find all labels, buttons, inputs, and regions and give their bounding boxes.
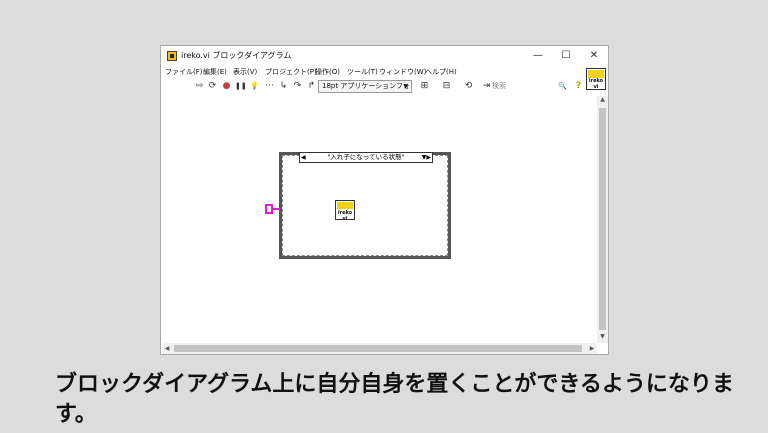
scroll-right-icon[interactable]: ▶ <box>587 343 597 354</box>
abort-icon[interactable]: ● <box>221 81 232 92</box>
retain-wire-values-icon[interactable]: ⋯ <box>264 81 275 92</box>
chevron-down-icon: ▼ <box>403 83 408 90</box>
case-selector-terminal[interactable] <box>265 204 273 214</box>
window-title: ireko.vi ブロックダイアグラム <box>181 51 292 60</box>
reorder-icon[interactable]: ⟲ <box>463 81 474 92</box>
search-icon[interactable]: 🔍 <box>557 81 568 92</box>
menu-edit[interactable]: 編集(E) <box>203 67 227 77</box>
help-icon[interactable]: ? <box>573 81 584 92</box>
vi-icon-label: ireko vi <box>588 78 604 90</box>
run-arrow-icon[interactable]: ⇨ <box>194 81 205 92</box>
align-objects-icon[interactable]: ⊞ <box>419 81 430 92</box>
subvi-ireko-node[interactable]: ireko vi <box>335 200 355 222</box>
block-diagram-window: ireko.vi ブロックダイアグラム — ☐ ✕ ファイル(F) 編集(E) … <box>160 45 609 355</box>
font-select[interactable]: 18pt アプリケーションフォント ▼ <box>318 80 412 93</box>
step-out-icon[interactable]: ↱ <box>306 81 317 92</box>
horizontal-scrollbar[interactable]: ◀ ▶ <box>162 343 597 354</box>
case-next-icon[interactable]: ▼▶ <box>422 153 431 162</box>
menu-project[interactable]: プロジェクト(P) <box>265 67 317 77</box>
menu-operate[interactable]: 操作(O) <box>315 67 340 77</box>
case-prev-icon[interactable]: ◀ <box>301 153 306 162</box>
vi-icon-graphic <box>588 70 604 78</box>
search-input[interactable]: 検索 <box>492 80 542 93</box>
minimize-button[interactable]: — <box>527 48 549 64</box>
menu-help[interactable]: ヘルプ(H) <box>425 67 457 77</box>
case-selector-label: "入れ子になっている状態" <box>327 153 405 161</box>
case-selector[interactable]: ◀ "入れ子になっている状態" ▼▶ <box>299 152 433 163</box>
horizontal-scroll-thumb[interactable] <box>174 345 582 352</box>
vi-icon[interactable]: ireko vi <box>586 68 606 90</box>
block-diagram-canvas[interactable]: ◀ "入れ子になっている状態" ▼▶ ireko vi <box>162 96 597 343</box>
pause-icon[interactable]: ❚❚ <box>235 81 247 92</box>
step-over-icon[interactable]: ↷ <box>292 81 303 92</box>
close-button[interactable]: ✕ <box>583 48 605 64</box>
vertical-scroll-thumb[interactable] <box>599 108 606 330</box>
cleanup-diagram-icon[interactable]: ⇥ <box>481 81 492 92</box>
title-bar: ireko.vi ブロックダイアグラム — ☐ ✕ <box>161 46 608 66</box>
labview-app-icon <box>167 51 177 61</box>
case-structure[interactable]: ◀ "入れ子になっている状態" ▼▶ <box>279 152 451 259</box>
scroll-up-icon[interactable]: ▲ <box>597 96 608 106</box>
font-select-value: 18pt アプリケーションフォント <box>322 82 411 90</box>
run-continuously-icon[interactable]: ⟳ <box>207 81 218 92</box>
distribute-objects-icon[interactable]: ⊟ <box>441 81 452 92</box>
highlight-execution-icon[interactable]: 💡 <box>249 81 260 92</box>
menu-view[interactable]: 表示(V) <box>233 67 257 77</box>
menu-bar: ファイル(F) 編集(E) 表示(V) プロジェクト(P) 操作(O) ツール(… <box>161 66 608 78</box>
toolbar: ⇨ ⟳ ● ❚❚ 💡 ⋯ ↳ ↷ ↱ 18pt アプリケーションフォント ▼ ⊞… <box>161 79 587 95</box>
menu-file[interactable]: ファイル(F) <box>165 67 203 77</box>
menu-window[interactable]: ウィンドウ(W) <box>379 67 426 77</box>
scroll-left-icon[interactable]: ◀ <box>162 343 172 354</box>
scroll-down-icon[interactable]: ▼ <box>597 333 608 343</box>
vertical-scrollbar[interactable]: ▲ ▼ <box>597 96 608 343</box>
caption-text: ブロックダイアグラム上に自分自身を置くことができるようになります。 <box>55 372 734 427</box>
step-into-icon[interactable]: ↳ <box>278 81 289 92</box>
menu-tools[interactable]: ツール(T) <box>347 67 378 77</box>
terminal-wire <box>273 208 280 210</box>
maximize-button[interactable]: ☐ <box>555 48 577 64</box>
subvi-label: ireko vi <box>337 210 353 222</box>
subvi-icon-graphic <box>337 202 353 209</box>
